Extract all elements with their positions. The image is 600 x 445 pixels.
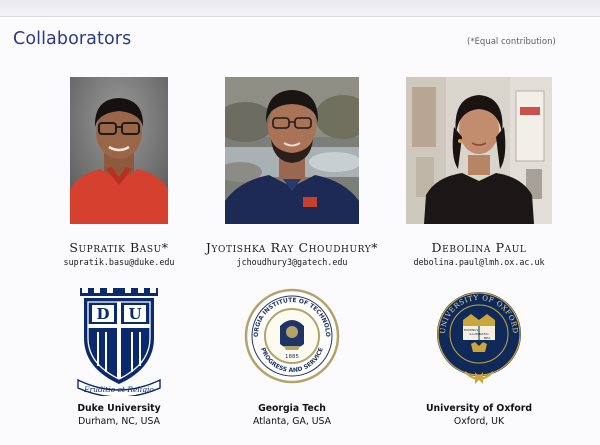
university-location: Durham, NC, USA xyxy=(78,416,160,427)
oxford-university-logo: UNIVERSITY OF OXFORD DOMINUS ILLUMINATIO… xyxy=(435,288,523,392)
window-top-strip xyxy=(0,0,600,17)
university-name: Georgia Tech xyxy=(258,403,326,414)
slide-title: Collaborators xyxy=(13,29,132,49)
collaborator-name: Jyotishka Ray Choudhury* xyxy=(205,240,379,255)
collaborator-email: jchoudhury3@gatech.edu xyxy=(236,257,348,267)
duke-motto: Eruditio et Religio xyxy=(83,385,154,394)
oxford-book-line-3: MEA xyxy=(484,336,491,340)
gt-seal-year: 1885 xyxy=(285,354,299,360)
portrait-basu xyxy=(70,77,168,224)
collaborator-name: Debolina Paul xyxy=(431,240,527,255)
university-name: University of Oxford xyxy=(425,403,532,414)
duke-shield-letter-u: U xyxy=(128,305,141,323)
collaborator-email: supratik.basu@duke.edu xyxy=(63,257,175,267)
university-name: Duke University xyxy=(77,403,161,414)
university-location: Oxford, UK xyxy=(453,416,505,427)
collaborator-email: debolina.paul@lmh.ox.ac.uk xyxy=(413,257,545,267)
portrait-paul xyxy=(406,77,552,224)
duke-university-logo: D U Eruditio et Religio xyxy=(76,288,162,398)
university-location: Atlanta, GA, USA xyxy=(253,416,331,427)
portrait-choudhury xyxy=(225,77,359,224)
duke-shield-letter-d: D xyxy=(96,305,109,323)
collaborator-name: Supratik Basu* xyxy=(69,240,169,255)
georgia-tech-seal-logo: GEORGIA INSTITUTE OF TECHNOLOGY PROGRESS… xyxy=(241,283,340,384)
equal-contribution-note: (*Equal contribution) xyxy=(467,37,556,47)
